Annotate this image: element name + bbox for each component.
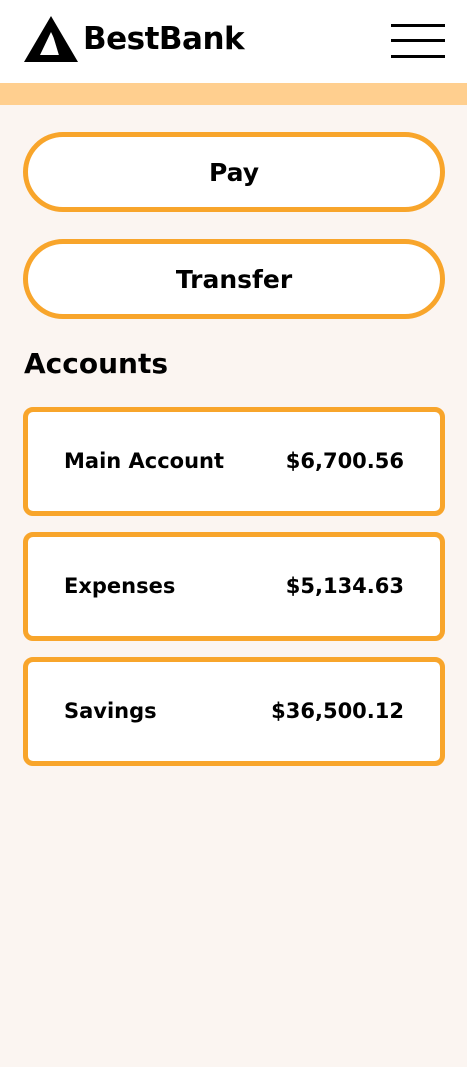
menu-line	[391, 39, 445, 42]
menu-line	[391, 55, 445, 58]
hamburger-menu-icon[interactable]	[391, 22, 445, 60]
brand-name: BestBank	[83, 21, 245, 57]
account-name: Main Account	[64, 449, 225, 473]
account-card-savings[interactable]: Savings $36,500.12	[23, 657, 445, 766]
brand-logo[interactable]: BestBank	[23, 15, 245, 63]
transfer-button-label: Transfer	[175, 264, 293, 294]
triangle-logo-icon	[24, 16, 78, 62]
top-header: BestBank	[0, 0, 467, 83]
account-balance: $5,134.63	[285, 574, 404, 598]
accounts-heading: Accounts	[24, 347, 169, 380]
account-name: Savings	[64, 699, 157, 723]
account-balance: $36,500.12	[271, 699, 404, 723]
account-name: Expenses	[64, 574, 176, 598]
account-card-expenses[interactable]: Expenses $5,134.63	[23, 532, 445, 641]
pay-button[interactable]: Pay	[23, 132, 445, 212]
transfer-button[interactable]: Transfer	[23, 239, 445, 319]
pay-button-label: Pay	[208, 157, 260, 187]
menu-line	[391, 24, 445, 27]
account-card-main[interactable]: Main Account $6,700.56	[23, 407, 445, 516]
account-balance: $6,700.56	[285, 449, 404, 473]
header-accent-banner	[0, 83, 467, 105]
